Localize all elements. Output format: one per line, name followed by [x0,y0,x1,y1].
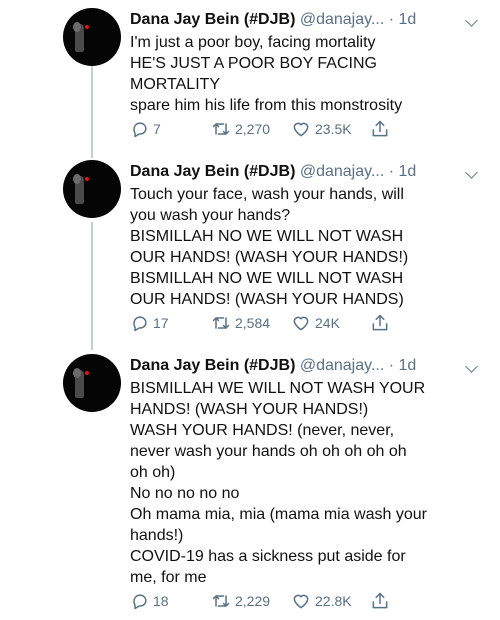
tweet-line: OUR HANDS! (WASH YOUR HANDS!) [130,249,409,266]
separator: · [388,163,395,180]
tweet-text: Touch your face, wash your hands, will y… [130,184,475,310]
chevron-down-icon[interactable] [465,360,478,373]
heart-icon [293,594,309,609]
tweet-line: me, for me [130,569,207,586]
retweet-button[interactable]: 2,270 [210,118,270,140]
tweet-line: No no no no no [130,485,240,502]
reply-button[interactable]: 7 [130,118,161,140]
separator: · [388,357,395,374]
tweet-text: BISMILLAH WE WILL NOT WASH YOUR HANDS! (… [130,378,475,588]
chevron-down-icon[interactable] [465,14,478,27]
reply-count: 17 [153,315,169,331]
tweet-time[interactable]: 1d [399,357,417,374]
avatar-face [73,22,81,32]
avatar[interactable] [63,354,121,412]
tweet-line: MORTALITY [130,76,221,93]
retweet-button[interactable]: 2,584 [210,312,270,334]
avatar[interactable] [63,160,121,218]
author-name[interactable]: Dana Jay Bein (#DJB) [130,357,295,374]
tweet-actions: 17 2,584 24K [130,312,430,334]
tweet-line: hands!) [130,527,184,544]
avatar-face [73,368,81,378]
reply-icon [133,122,147,138]
author-handle[interactable]: @danajay... [300,11,384,28]
share-icon [372,592,388,609]
tweet-actions: 7 2,270 23.5K [130,118,430,140]
author-handle[interactable]: @danajay... [300,163,384,180]
avatar-red-light [85,177,89,181]
heart-icon [293,122,309,137]
share-icon [372,314,388,331]
tweet-time[interactable]: 1d [399,11,417,28]
retweet-button[interactable]: 2,229 [210,590,270,612]
avatar-face [73,174,81,184]
like-count: 22.8K [315,593,352,609]
retweet-count: 2,270 [235,121,271,137]
tweet-line: BISMILLAH NO WE WILL NOT WASH [130,228,404,245]
tweet-line: BISMILLAH NO WE WILL NOT WASH [130,270,404,287]
reply-count: 7 [153,121,161,137]
share-button[interactable] [370,312,390,334]
tweet[interactable]: Dana Jay Bein (#DJB) @danajay... · 1d I'… [0,0,500,150]
avatar[interactable] [63,8,121,66]
separator: · [388,11,395,28]
tweet-header: Dana Jay Bein (#DJB) @danajay... · 1d [130,354,490,378]
tweet-line: BISMILLAH WE WILL NOT WASH YOUR [130,380,426,397]
reply-count: 18 [153,593,169,609]
heart-icon [293,316,309,331]
retweet-icon [212,317,230,329]
like-button[interactable]: 24K [290,312,340,334]
share-button[interactable] [370,118,390,140]
avatar-red-light [85,25,89,29]
tweet[interactable]: Dana Jay Bein (#DJB) @danajay... · 1d To… [0,156,500,346]
tweet-line: I'm just a poor boy, facing mortality [130,34,376,51]
tweet-line: HANDS! (WASH YOUR HANDS!) [130,401,369,418]
reply-icon [133,316,147,332]
tweet-line: you wash your hands? [130,207,291,224]
avatar-red-light [85,371,89,375]
tweet[interactable]: Dana Jay Bein (#DJB) @danajay... · 1d BI… [0,350,500,618]
tweet-line: WASH YOUR HANDS! (never, never, [130,422,395,439]
reply-button[interactable]: 17 [130,312,169,334]
like-count: 23.5K [315,121,352,137]
tweet-header: Dana Jay Bein (#DJB) @danajay... · 1d [130,8,490,32]
tweet-line: spare him his life from this monstrosity [130,97,403,114]
reply-button[interactable]: 18 [130,590,169,612]
retweet-count: 2,584 [235,315,271,331]
tweet-actions: 18 2,229 22.8K [130,590,430,612]
share-icon [372,120,388,137]
tweet-line: Touch your face, wash your hands, will [130,186,404,203]
tweet-line: COVID-19 has a sickness put aside for [130,548,406,565]
chevron-down-icon[interactable] [465,166,478,179]
tweet-line: HE'S JUST A POOR BOY FACING [130,55,377,72]
tweet-line: OUR HANDS! (WASH YOUR HANDS) [130,291,404,308]
author-name[interactable]: Dana Jay Bein (#DJB) [130,163,295,180]
tweet-line: never wash your hands oh oh oh oh oh [130,443,407,460]
retweet-count: 2,229 [235,593,271,609]
like-button[interactable]: 22.8K [290,590,352,612]
tweet-header: Dana Jay Bein (#DJB) @danajay... · 1d [130,160,490,184]
author-handle[interactable]: @danajay... [300,357,384,374]
share-button[interactable] [370,590,390,612]
tweet-line: Oh mama mia, mia (mama mia wash your [130,506,427,523]
like-count: 24K [315,315,340,331]
tweet-time[interactable]: 1d [399,163,417,180]
author-name[interactable]: Dana Jay Bein (#DJB) [130,11,295,28]
tweet-line: oh oh) [130,464,176,481]
like-button[interactable]: 23.5K [290,118,352,140]
retweet-icon [212,595,230,607]
retweet-icon [212,123,230,135]
tweet-text: I'm just a poor boy, facing mortality HE… [130,32,475,116]
reply-icon [133,594,147,610]
